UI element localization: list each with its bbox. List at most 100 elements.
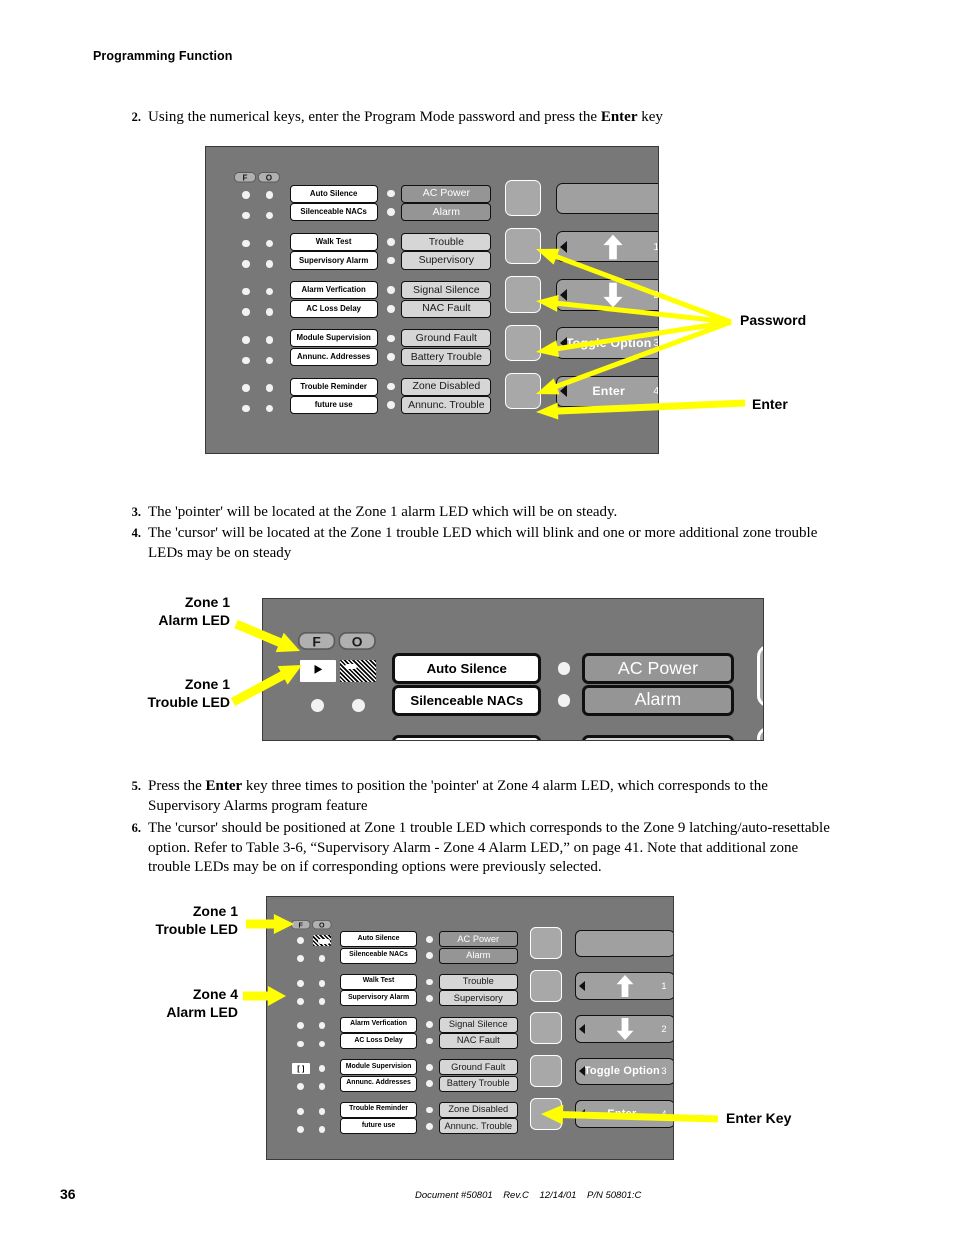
panel-label-walk-test[interactable]: Walk Test [289, 232, 378, 251]
status-led-2 [425, 952, 433, 960]
keypad-square-key-4[interactable] [529, 1054, 562, 1088]
led-f-row6 [297, 1040, 305, 1048]
step-3-text: The 'pointer' will be located at the Zon… [148, 504, 618, 520]
led-column-header-f: F [290, 920, 311, 930]
step-2-number: 2. [131, 110, 141, 124]
callout-zone1-alarm-led: Zone 1 Alarm LED [158, 594, 230, 628]
panel-label-trouble-reminder[interactable]: Trouble Reminder [289, 377, 378, 396]
keypad-square-key-1[interactable] [504, 179, 541, 217]
panel-label-silenceable-nacs[interactable]: Silenceable NACs [392, 684, 542, 716]
panel-indicator-nac-fault: NAC Fault [401, 299, 492, 318]
step-4: 4. The 'cursor' will be located at the Z… [123, 524, 828, 563]
panel-indicator-alarm: Alarm [438, 947, 518, 964]
panel-label-annunc-addresses[interactable]: Annunc. Addresses [339, 1075, 418, 1092]
panel-indicator-supervisory: Supervisory [401, 251, 492, 270]
keypad-key-number: 1 [653, 240, 659, 253]
keypad-square-key-3[interactable] [529, 1012, 562, 1045]
panel-label-alarm-verfication[interactable]: Alarm Verfication [339, 1016, 418, 1033]
keypad-square-key-4[interactable] [504, 324, 541, 361]
panel-label-silenceable-nacs[interactable]: Silenceable NACs [339, 947, 418, 964]
panel-label-auto-silence[interactable]: Auto Silence [392, 653, 542, 684]
panel-label-future-use[interactable]: future use [289, 396, 378, 415]
keypad-key-down-arrow-2[interactable]: 2 [556, 279, 658, 311]
led-o-row10 [318, 1125, 326, 1133]
led-column-header-o: O [258, 172, 281, 183]
status-led-6 [387, 304, 395, 313]
keypad-key-label: Toggle Option [583, 1065, 660, 1078]
led-o-row3 [265, 239, 274, 248]
panel-label-annunc-addresses[interactable]: Annunc. Addresses [289, 347, 378, 367]
key-left-triangle-icon [560, 385, 568, 398]
keypad-key-number: 3 [653, 337, 659, 350]
keypad-square-key-1[interactable] [529, 926, 562, 960]
keypad-square-key-3[interactable] [504, 276, 541, 313]
keypad-key-blank[interactable] [575, 929, 673, 958]
key-left-triangle-icon [578, 1066, 585, 1077]
panel-indicator-alarm: Alarm [581, 684, 735, 716]
down-arrow-icon [602, 282, 623, 308]
status-led-3 [425, 978, 433, 986]
panel-label-walk-test[interactable]: Walk Test [339, 973, 418, 990]
callout-enter: Enter [752, 396, 788, 412]
status-led-10 [425, 1123, 433, 1130]
panel-indicator-signal-silence: Signal Silence [401, 281, 492, 300]
step-6-number: 6. [131, 821, 141, 835]
panel-label-alarm-verfication[interactable]: Alarm Verfication [289, 281, 378, 300]
led-o-row5 [318, 1022, 326, 1030]
panel-label-supervisory-alarm[interactable]: Supervisory Alarm [289, 251, 378, 270]
led-f-row10 [297, 1125, 305, 1133]
keypad-square-key-5[interactable] [504, 372, 541, 410]
step-4-number: 4. [131, 526, 141, 540]
keypad-key-enter-4[interactable]: Enter 4 [575, 1100, 673, 1129]
panel-label-ac-loss-delay[interactable]: AC Loss Delay [339, 1033, 418, 1050]
status-led-7 [387, 334, 395, 343]
keypad-key-toggle-option-3[interactable]: Toggle Option 3 [556, 327, 659, 359]
panel-label-module-supervision[interactable]: Module Supervision [339, 1059, 418, 1076]
down-arrow-icon [616, 1017, 634, 1040]
led-o-row4 [265, 260, 274, 268]
keypad-square-key-2[interactable] [756, 726, 763, 740]
status-led-9 [425, 1106, 433, 1114]
status-led-9 [387, 382, 395, 391]
status-led-6 [425, 1037, 433, 1045]
panel-label-future-use[interactable]: future use [339, 1118, 418, 1135]
keypad-key-enter-4[interactable]: Enter 4 [556, 375, 658, 408]
panel-label-supervisory-alarm[interactable]: Supervisory Alarm [339, 990, 418, 1007]
led-o-row7 [265, 335, 274, 344]
keypad-square-key-2[interactable] [504, 228, 541, 265]
keypad-square-key-5[interactable] [529, 1097, 562, 1130]
led-f-row5 [241, 287, 250, 296]
keypad-square-key-1[interactable] [756, 645, 763, 707]
status-led-10 [387, 401, 395, 409]
panel-label-auto-silence[interactable]: Auto Silence [289, 184, 378, 203]
panel-label-walk-test[interactable]: Walk Test [392, 735, 542, 740]
keypad-key-number: 2 [661, 1023, 667, 1034]
led-f-row9 [297, 1107, 305, 1115]
keypad-key-toggle-option-3[interactable]: Toggle Option 3 [575, 1057, 673, 1086]
keypad-square-key-2[interactable] [529, 969, 562, 1002]
keypad-key-number: 1 [661, 981, 667, 992]
panel-label-trouble-reminder[interactable]: Trouble Reminder [339, 1101, 418, 1118]
keypad-key-blank[interactable] [556, 182, 658, 215]
led-f-row4 [297, 997, 305, 1005]
led-o-row1 [265, 191, 274, 199]
status-led-1 [557, 662, 571, 676]
status-led-3 [387, 238, 395, 246]
status-led-4 [387, 256, 395, 265]
led-f-row8 [241, 356, 250, 365]
panel-label-silenceable-nacs[interactable]: Silenceable NACs [289, 203, 378, 222]
led-f-row1 [297, 937, 305, 944]
panel-label-ac-loss-delay[interactable]: AC Loss Delay [289, 299, 378, 318]
panel-label-module-supervision[interactable]: Module Supervision [289, 329, 378, 348]
led-column-header-f: F [234, 172, 257, 183]
step-3-number: 3. [131, 505, 141, 519]
callout-zone1-trouble-led: Zone 1 Trouble LED [147, 676, 230, 710]
step-4-text: The 'cursor' will be located at the Zone… [148, 525, 818, 561]
status-led-8 [425, 1080, 433, 1088]
keypad-key-up-arrow-1[interactable]: 1 [556, 230, 659, 263]
panel-indicator-nac-fault: NAC Fault [438, 1033, 518, 1050]
figure1-annunciator-panel: F O Auto Silence Silenceable NACs Walk Test S… [205, 146, 659, 454]
keypad-key-up-arrow-1[interactable]: 1 [575, 972, 673, 1001]
panel-label-auto-silence[interactable]: Auto Silence [339, 931, 418, 948]
keypad-key-down-arrow-2[interactable]: 2 [575, 1014, 673, 1043]
